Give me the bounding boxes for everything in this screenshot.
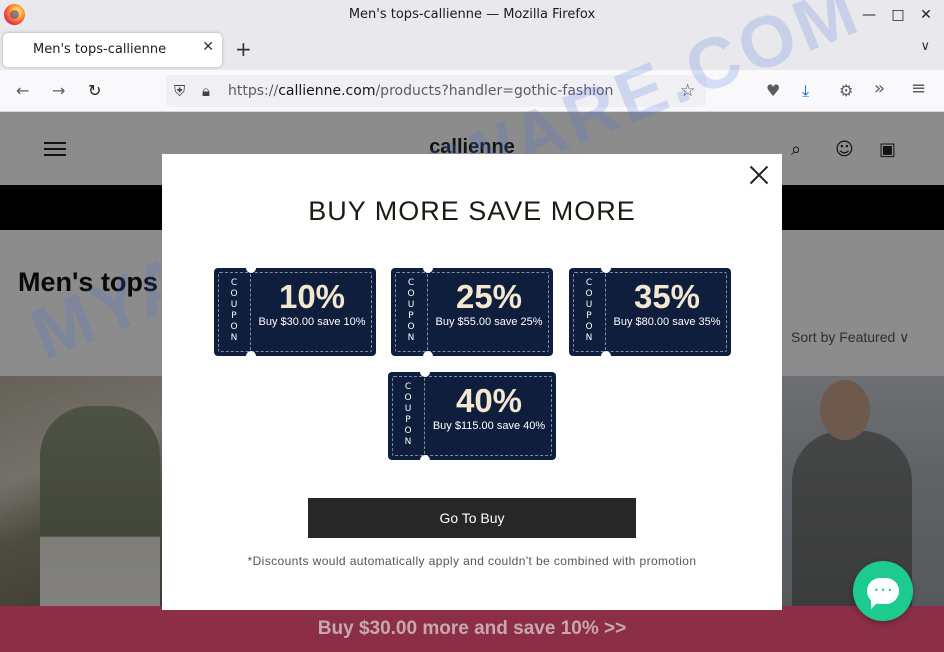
new-tab-button[interactable]: + — [235, 37, 252, 61]
coupon-letter: N — [230, 333, 238, 343]
modal-title: BUY MORE SAVE MORE — [308, 196, 636, 226]
coupon-notch — [420, 372, 430, 377]
back-arrow-icon[interactable]: ← — [16, 81, 29, 100]
coupon-letter: U — [585, 300, 593, 310]
coupon-divider — [424, 378, 425, 454]
coupon-percent: 40% — [455, 382, 523, 419]
lock-icon[interactable]: 🔒︎ — [202, 82, 210, 100]
browser-window: Men's tops-callienne — Mozilla Firefox —… — [0, 0, 944, 652]
coupon-percent: 35% — [633, 278, 701, 315]
coupon-notch — [423, 268, 433, 273]
coupon-notch — [601, 351, 611, 356]
coupon-letter: P — [405, 415, 411, 425]
coupon-letter: O — [230, 322, 238, 332]
close-window-button[interactable]: ✕ — [914, 4, 938, 26]
list-all-tabs-chevron-icon[interactable]: ∨ — [920, 39, 930, 54]
coupon-label: C O U P O N — [402, 382, 414, 448]
coupon-notch — [423, 351, 433, 356]
discount-disclaimer: *Discounts would automatically apply and… — [247, 554, 697, 568]
coupon-letter: U — [407, 300, 415, 310]
coupon-label: C O U P O N — [228, 278, 240, 344]
navigation-toolbar: ← → ↻ ⛨ 🔒︎ https://callienne.com/product… — [0, 70, 944, 112]
coupon-notch — [246, 268, 256, 273]
coupon-letter: U — [230, 300, 238, 310]
coupon-letter: O — [407, 322, 415, 332]
coupon-percent: 10% — [278, 278, 346, 315]
coupon-letter: O — [585, 322, 593, 332]
coupon-condition: Buy $80.00 save 35% — [613, 316, 721, 328]
coupon-card[interactable]: C O U P O N 25% Buy $55.00 save 25% — [391, 268, 553, 356]
downloads-icon[interactable]: ⤓ — [802, 81, 809, 101]
maximize-button[interactable]: □ — [886, 4, 910, 26]
coupon-card[interactable]: C O U P O N 35% Buy $80.00 save 35% — [569, 268, 731, 356]
coupon-letter: N — [407, 333, 415, 343]
coupon-divider — [250, 274, 251, 350]
coupon-letter: O — [230, 289, 238, 299]
forward-arrow-icon[interactable]: → — [52, 81, 65, 100]
close-icon[interactable] — [748, 164, 770, 186]
coupon-percent: 25% — [455, 278, 523, 315]
overflow-menu-icon[interactable]: » — [874, 78, 885, 99]
tab-active[interactable]: Men's tops-callienne ✕ — [3, 33, 222, 67]
coupon-letter: O — [585, 289, 593, 299]
coupon-card[interactable]: C O U P O N 40% Buy $115.00 save 40% — [388, 372, 556, 460]
coupon-letter: C — [407, 278, 415, 288]
shield-icon[interactable]: ⛨ — [174, 82, 185, 100]
coupon-letter: O — [404, 426, 412, 436]
coupon-label: C O U P O N — [583, 278, 595, 344]
coupon-condition: Buy $55.00 save 25% — [435, 316, 543, 328]
hamburger-menu-icon[interactable]: ≡ — [911, 78, 926, 99]
coupon-card[interactable]: C O U P O N 10% Buy $30.00 save 10% — [214, 268, 376, 356]
coupon-label: C O U P O N — [405, 278, 417, 344]
coupon-letter: U — [404, 404, 412, 414]
url-scheme: https:// — [228, 83, 279, 99]
coupon-letter: O — [404, 393, 412, 403]
chat-dots: ••• — [874, 586, 895, 595]
coupon-letter: C — [404, 382, 412, 392]
coupon-condition: Buy $115.00 save 40% — [432, 420, 546, 432]
coupon-letter: P — [408, 311, 414, 321]
tab-title: Men's tops-callienne — [33, 42, 167, 57]
chat-button[interactable]: ••• — [853, 561, 913, 621]
coupon-notch — [246, 351, 256, 356]
go-to-buy-button[interactable]: Go To Buy — [308, 498, 636, 538]
coupon-letter: N — [585, 333, 593, 343]
reload-icon[interactable]: ↻ — [88, 81, 101, 100]
coupon-condition: Buy $30.00 save 10% — [258, 316, 366, 328]
coupon-letter: O — [407, 289, 415, 299]
coupon-letter: N — [404, 437, 412, 447]
coupon-letter: C — [585, 278, 593, 288]
coupon-letter: P — [231, 311, 237, 321]
coupon-letter: P — [586, 311, 592, 321]
url-host: callienne.com — [278, 83, 376, 99]
coupon-notch — [601, 268, 611, 273]
coupon-divider — [427, 274, 428, 350]
promo-bar-text[interactable]: Buy $30.00 more and save 10% >> — [0, 618, 944, 640]
coupon-letter: C — [230, 278, 238, 288]
coupon-divider — [605, 274, 606, 350]
coupon-notch — [420, 455, 430, 460]
tab-close-icon[interactable]: ✕ — [202, 39, 214, 55]
coupon-modal: BUY MORE SAVE MORE C O U P O N 10% Buy $… — [162, 154, 782, 610]
extensions-icon[interactable]: ⚙ — [839, 81, 853, 100]
chat-bubble-icon: ••• — [867, 578, 899, 609]
